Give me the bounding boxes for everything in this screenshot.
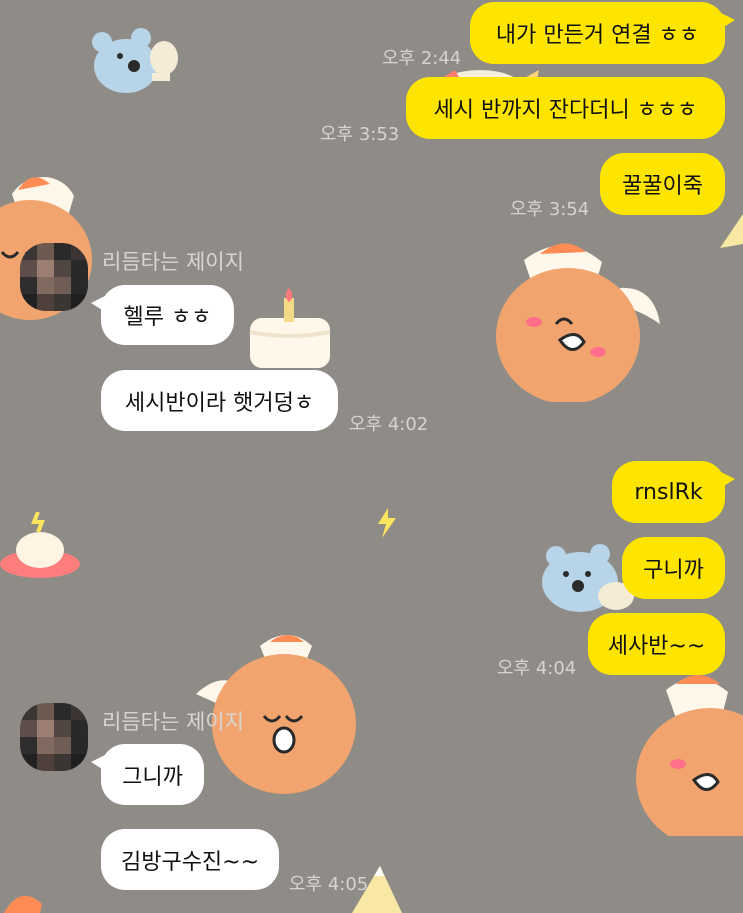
party-hat-icon (720, 214, 743, 248)
message-time: 오후 2:44 (382, 48, 462, 69)
chat-bubble[interactable]: 헬루 ㅎㅎ (91, 285, 234, 345)
sender-name: 리듬타는 제이지 (102, 710, 244, 734)
chat-bubble[interactable]: rnslRk (612, 461, 735, 523)
chat-bubble[interactable]: 구니까 (622, 537, 725, 599)
sender-avatar[interactable] (20, 243, 88, 311)
message-time: 오후 3:53 (320, 124, 400, 145)
peach-face-sticker (636, 675, 743, 836)
chat-bubble[interactable]: 세사반~~ (588, 613, 725, 675)
sender-avatar[interactable] (20, 703, 88, 771)
chat-bubble[interactable]: 세시 반까지 잔다더니 ㅎㅎㅎ (406, 77, 725, 139)
message-time: 오후 4:02 (349, 414, 429, 435)
message-time: 오후 4:05 (289, 874, 369, 895)
chat-bubble[interactable]: 김방구수진~~ (101, 829, 279, 890)
message-time: 오후 4:04 (497, 658, 577, 679)
peach-face-sticker (496, 243, 660, 402)
chat-bubble[interactable]: 세시반이라 햇거덩ㅎ (101, 370, 338, 431)
sender-name: 리듬타는 제이지 (102, 250, 244, 274)
message-time: 오후 3:54 (510, 199, 590, 220)
cake-sticker (249, 288, 331, 368)
peach-face-sticker (4, 895, 42, 913)
chat-bubble[interactable]: 내가 만든거 연결 ㅎㅎ (470, 2, 735, 64)
chat-bubble[interactable]: 그니까 (91, 744, 204, 805)
ufo-sticker (0, 512, 80, 578)
lightning-icon (378, 508, 396, 538)
chat-bubble[interactable]: 꿀꿀이죽 (600, 153, 725, 215)
bear-sticker (92, 28, 178, 93)
